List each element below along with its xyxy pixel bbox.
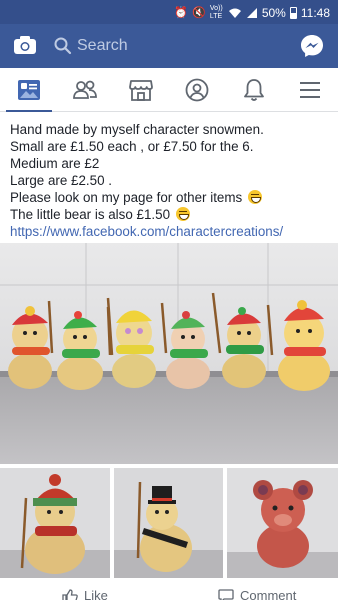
tab-profile[interactable] [183,76,211,104]
grinning-emoji-icon [175,207,190,221]
comment-label: Comment [240,588,297,600]
post-line: The little bear is also £1.50 [10,207,171,222]
alarm-icon: ⏰ [174,7,189,19]
comment-button[interactable]: Comment [218,588,296,600]
marketplace-icon [129,80,153,101]
top-header: Search [0,24,338,68]
post-line-with-emoji: Please look on my page for other items [10,189,332,206]
network-label: Vo)) LTE [209,5,223,20]
photo-top-hat-snowman[interactable] [114,468,223,578]
like-button[interactable]: Like [62,588,108,600]
like-label: Like [84,588,108,600]
news-feed-icon [18,80,40,100]
battery-percent: 50% [261,6,286,20]
tab-bar [0,68,338,112]
search-placeholder: Search [77,37,128,54]
post-line: Small are £1.50 each , or £7.50 for the … [10,139,254,154]
wifi-icon [228,8,241,18]
messenger-icon[interactable] [300,34,324,58]
camera-icon[interactable] [14,36,36,54]
comment-icon [218,588,234,600]
post-line-with-emoji: The little bear is also £1.50 [10,206,332,223]
mute-icon: 🔇 [192,7,206,19]
tab-friends[interactable] [71,76,99,104]
bell-icon [244,79,264,101]
search-bar[interactable]: Search [47,31,287,61]
menu-icon [300,82,320,98]
signal-icon [246,8,257,18]
status-bar: ⏰ 🔇 Vo)) LTE 50% 11:48 [0,0,338,24]
post-body: Hand made by myself character snowmen. S… [10,121,332,240]
post-line: Please look on my page for other items [10,190,243,205]
photo-little-bear[interactable] [227,468,338,578]
photo-red-hat-snowman[interactable] [0,468,110,578]
post-line: Hand made by myself character snowmen. [10,122,264,137]
tab-menu[interactable] [296,76,324,104]
post-line: Large are £2.50 . [10,173,112,188]
tab-notifications[interactable] [240,76,268,104]
battery-icon [289,7,297,19]
clock: 11:48 [300,6,330,20]
tab-marketplace[interactable] [127,76,155,104]
status-icons: ⏰ 🔇 Vo)) LTE 50% 11:48 [174,5,330,21]
post-line: Medium are £2 [10,156,100,171]
page-link[interactable]: https://www.facebook.com/charactercreati… [10,223,332,240]
post-actions: Like Comment [0,584,338,600]
thumbs-up-icon [62,588,78,600]
tab-news-feed[interactable] [15,76,43,104]
friends-icon [73,80,97,99]
profile-icon [185,78,209,102]
main-photo[interactable] [0,243,338,464]
grinning-emoji-icon [247,190,262,204]
search-icon [54,37,72,55]
active-tab-indicator [6,110,52,112]
